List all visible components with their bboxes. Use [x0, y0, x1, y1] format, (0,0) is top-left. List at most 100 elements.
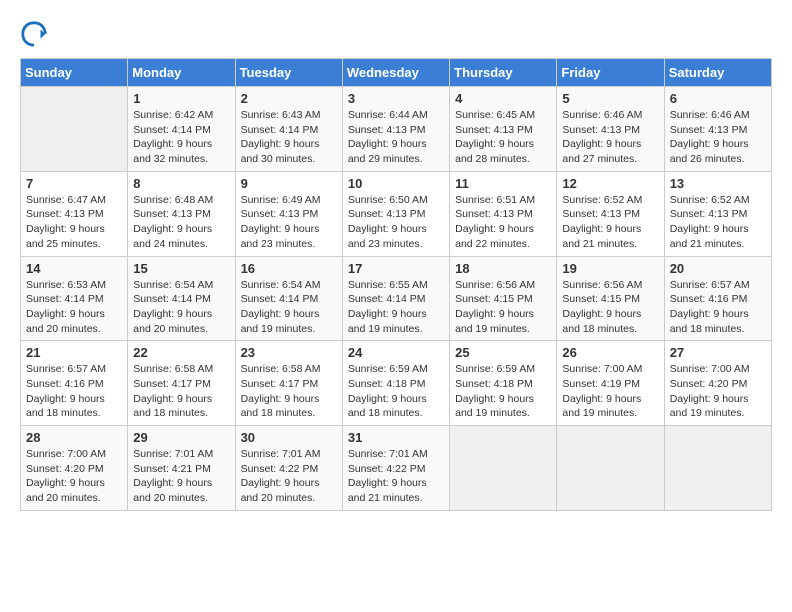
calendar-day-cell: 10 Sunrise: 6:50 AMSunset: 4:13 PMDayligh… [342, 171, 449, 256]
page-header [20, 20, 772, 48]
calendar-day-cell: 8Sunrise: 6:48 AMSunset: 4:13 PMDaylight… [128, 171, 235, 256]
weekday-header: Friday [557, 59, 664, 87]
day-info: Sunrise: 6:46 AMSunset: 4:13 PMDaylight:… [670, 108, 766, 167]
day-number: 24 [348, 345, 444, 360]
calendar-day-cell: 7 Sunrise: 6:47 AMSunset: 4:13 PMDaylight… [21, 171, 128, 256]
calendar-day-cell: 20 Sunrise: 6:57 AMSunset: 4:16 PMDayligh… [664, 256, 771, 341]
weekday-header: Thursday [450, 59, 557, 87]
day-info: Sunrise: 6:50 AMSunset: 4:13 PMDaylight:… [348, 193, 444, 252]
logo [20, 20, 52, 48]
day-info: Sunrise: 7:01 AMSunset: 4:21 PMDaylight:… [133, 447, 229, 506]
day-info: Sunrise: 6:56 AMSunset: 4:15 PMDaylight:… [455, 278, 551, 337]
calendar-day-cell [664, 426, 771, 511]
calendar-day-cell [450, 426, 557, 511]
day-info: Sunrise: 6:56 AMSunset: 4:15 PMDaylight:… [562, 278, 658, 337]
calendar-day-cell: 26 Sunrise: 7:00 AMSunset: 4:19 PMDayligh… [557, 341, 664, 426]
day-number: 10 [348, 176, 444, 191]
day-info: Sunrise: 6:46 AMSunset: 4:13 PMDaylight:… [562, 108, 658, 167]
calendar-day-cell: 11 Sunrise: 6:51 AMSunset: 4:13 PMDayligh… [450, 171, 557, 256]
day-number: 30 [241, 430, 337, 445]
day-number: 9 [241, 176, 337, 191]
day-number: 11 [455, 176, 551, 191]
calendar-week-row: 1 Sunrise: 6:42 AMSunset: 4:14 PMDaylight… [21, 87, 772, 172]
calendar-day-cell: 9Sunrise: 6:49 AMSunset: 4:13 PMDaylight… [235, 171, 342, 256]
day-info: Sunrise: 6:53 AMSunset: 4:14 PMDaylight:… [26, 278, 122, 337]
day-info: Sunrise: 6:52 AMSunset: 4:13 PMDaylight:… [670, 193, 766, 252]
day-info: Sunrise: 6:57 AMSunset: 4:16 PMDaylight:… [26, 362, 122, 421]
day-number: 20 [670, 261, 766, 276]
calendar-week-row: 7 Sunrise: 6:47 AMSunset: 4:13 PMDaylight… [21, 171, 772, 256]
calendar-day-cell: 25 Sunrise: 6:59 AMSunset: 4:18 PMDayligh… [450, 341, 557, 426]
day-number: 31 [348, 430, 444, 445]
day-number: 6 [670, 91, 766, 106]
calendar-day-cell: 6 Sunrise: 6:46 AMSunset: 4:13 PMDaylight… [664, 87, 771, 172]
day-number: 8 [133, 176, 229, 191]
calendar-day-cell: 13 Sunrise: 6:52 AMSunset: 4:13 PMDayligh… [664, 171, 771, 256]
day-number: 3 [348, 91, 444, 106]
day-number: 27 [670, 345, 766, 360]
weekday-header: Tuesday [235, 59, 342, 87]
day-info: Sunrise: 6:59 AMSunset: 4:18 PMDaylight:… [455, 362, 551, 421]
weekday-header-row: SundayMondayTuesdayWednesdayThursdayFrid… [21, 59, 772, 87]
day-number: 1 [133, 91, 229, 106]
day-info: Sunrise: 6:51 AMSunset: 4:13 PMDaylight:… [455, 193, 551, 252]
calendar-day-cell: 1 Sunrise: 6:42 AMSunset: 4:14 PMDaylight… [128, 87, 235, 172]
calendar-day-cell: 14 Sunrise: 6:53 AMSunset: 4:14 PMDayligh… [21, 256, 128, 341]
calendar-day-cell [21, 87, 128, 172]
calendar-week-row: 21 Sunrise: 6:57 AMSunset: 4:16 PMDayligh… [21, 341, 772, 426]
calendar-day-cell: 24Sunrise: 6:59 AMSunset: 4:18 PMDayligh… [342, 341, 449, 426]
weekday-header: Saturday [664, 59, 771, 87]
calendar-week-row: 28 Sunrise: 7:00 AMSunset: 4:20 PMDayligh… [21, 426, 772, 511]
day-info: Sunrise: 6:58 AMSunset: 4:17 PMDaylight:… [241, 362, 337, 421]
day-info: Sunrise: 6:47 AMSunset: 4:13 PMDaylight:… [26, 193, 122, 252]
calendar-day-cell: 4 Sunrise: 6:45 AMSunset: 4:13 PMDaylight… [450, 87, 557, 172]
day-info: Sunrise: 6:58 AMSunset: 4:17 PMDaylight:… [133, 362, 229, 421]
day-info: Sunrise: 7:00 AMSunset: 4:19 PMDaylight:… [562, 362, 658, 421]
day-info: Sunrise: 6:42 AMSunset: 4:14 PMDaylight:… [133, 108, 229, 167]
calendar-day-cell: 2 Sunrise: 6:43 AMSunset: 4:14 PMDaylight… [235, 87, 342, 172]
calendar: SundayMondayTuesdayWednesdayThursdayFrid… [20, 58, 772, 511]
calendar-day-cell: 23 Sunrise: 6:58 AMSunset: 4:17 PMDayligh… [235, 341, 342, 426]
day-info: Sunrise: 6:55 AMSunset: 4:14 PMDaylight:… [348, 278, 444, 337]
day-number: 25 [455, 345, 551, 360]
day-number: 2 [241, 91, 337, 106]
calendar-day-cell: 30 Sunrise: 7:01 AMSunset: 4:22 PMDayligh… [235, 426, 342, 511]
day-info: Sunrise: 6:54 AMSunset: 4:14 PMDaylight:… [241, 278, 337, 337]
day-info: Sunrise: 7:00 AMSunset: 4:20 PMDaylight:… [26, 447, 122, 506]
day-info: Sunrise: 7:00 AMSunset: 4:20 PMDaylight:… [670, 362, 766, 421]
logo-icon [20, 20, 48, 48]
day-info: Sunrise: 6:43 AMSunset: 4:14 PMDaylight:… [241, 108, 337, 167]
day-number: 22 [133, 345, 229, 360]
day-number: 7 [26, 176, 122, 191]
day-number: 26 [562, 345, 658, 360]
calendar-day-cell [557, 426, 664, 511]
day-number: 14 [26, 261, 122, 276]
day-number: 19 [562, 261, 658, 276]
calendar-day-cell: 21 Sunrise: 6:57 AMSunset: 4:16 PMDayligh… [21, 341, 128, 426]
calendar-day-cell: 15 Sunrise: 6:54 AMSunset: 4:14 PMDayligh… [128, 256, 235, 341]
day-info: Sunrise: 6:45 AMSunset: 4:13 PMDaylight:… [455, 108, 551, 167]
day-number: 23 [241, 345, 337, 360]
calendar-day-cell: 31 Sunrise: 7:01 AMSunset: 4:22 PMDayligh… [342, 426, 449, 511]
day-info: Sunrise: 6:44 AMSunset: 4:13 PMDaylight:… [348, 108, 444, 167]
calendar-day-cell: 18Sunrise: 6:56 AMSunset: 4:15 PMDayligh… [450, 256, 557, 341]
day-info: Sunrise: 7:01 AMSunset: 4:22 PMDaylight:… [348, 447, 444, 506]
day-number: 28 [26, 430, 122, 445]
day-number: 21 [26, 345, 122, 360]
day-info: Sunrise: 7:01 AMSunset: 4:22 PMDaylight:… [241, 447, 337, 506]
day-info: Sunrise: 6:54 AMSunset: 4:14 PMDaylight:… [133, 278, 229, 337]
weekday-header: Wednesday [342, 59, 449, 87]
weekday-header: Monday [128, 59, 235, 87]
calendar-day-cell: 3 Sunrise: 6:44 AMSunset: 4:13 PMDaylight… [342, 87, 449, 172]
day-number: 16 [241, 261, 337, 276]
calendar-day-cell: 28 Sunrise: 7:00 AMSunset: 4:20 PMDayligh… [21, 426, 128, 511]
calendar-day-cell: 16 Sunrise: 6:54 AMSunset: 4:14 PMDayligh… [235, 256, 342, 341]
calendar-day-cell: 27 Sunrise: 7:00 AMSunset: 4:20 PMDayligh… [664, 341, 771, 426]
day-number: 5 [562, 91, 658, 106]
day-number: 4 [455, 91, 551, 106]
calendar-day-cell: 22 Sunrise: 6:58 AMSunset: 4:17 PMDayligh… [128, 341, 235, 426]
calendar-week-row: 14 Sunrise: 6:53 AMSunset: 4:14 PMDayligh… [21, 256, 772, 341]
day-number: 15 [133, 261, 229, 276]
day-info: Sunrise: 6:57 AMSunset: 4:16 PMDaylight:… [670, 278, 766, 337]
day-number: 13 [670, 176, 766, 191]
